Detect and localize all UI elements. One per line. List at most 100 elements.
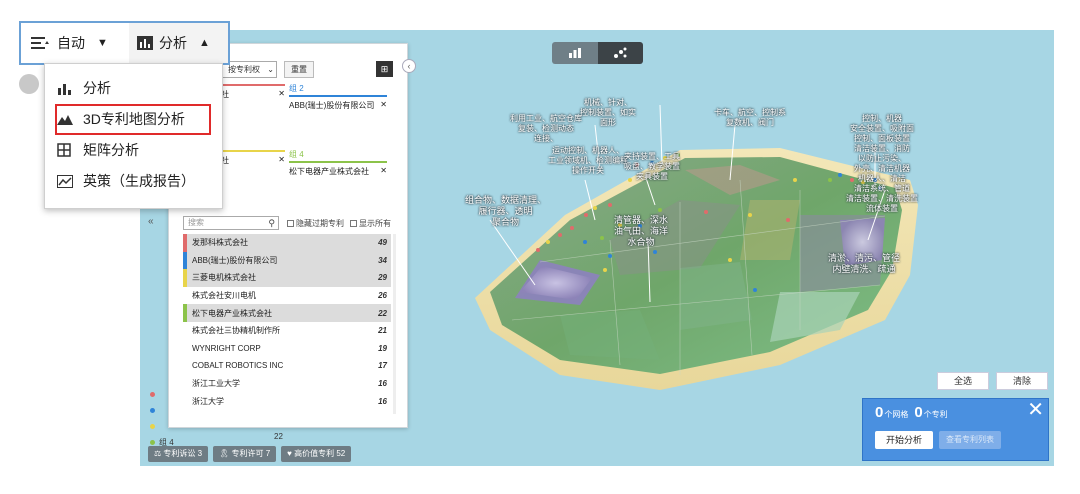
- reset-button[interactable]: 重置: [284, 61, 314, 78]
- remove-icon[interactable]: ✕: [380, 100, 387, 111]
- company-name: 松下电器产业株式会社: [192, 308, 272, 318]
- view-toggle[interactable]: [552, 42, 643, 64]
- view-patent-list-button[interactable]: 查看专利列表: [939, 431, 1001, 449]
- menu-item-analyze[interactable]: 分析: [57, 75, 111, 101]
- search-icon: ⚲: [268, 218, 275, 228]
- group-value: 松下电器产业株式会社: [289, 167, 369, 176]
- license-chip[interactable]: 🎗 专利许可 7: [213, 446, 277, 462]
- chevron-down-icon: ⌄: [267, 65, 274, 74]
- company-name: 株式会社安川电机: [192, 291, 256, 301]
- map-label[interactable]: 夹持装置、工具 吸盘、教学装置 夹具装置: [624, 152, 680, 182]
- map-label[interactable]: 利用工业、航空仓库 复装、检测动态 连接、: [510, 114, 582, 144]
- group-stripe: [183, 322, 187, 340]
- company-row[interactable]: 浙江大学 16: [183, 392, 391, 410]
- menu-item-matrix[interactable]: 矩阵分析: [57, 137, 139, 163]
- remove-icon[interactable]: ✕: [278, 89, 285, 100]
- checkbox-box: [350, 219, 357, 227]
- company-name: 株式会社三协精机制作所: [192, 326, 280, 336]
- scatter-view-button[interactable]: [597, 42, 643, 64]
- search-input[interactable]: 搜索 ⚲: [183, 216, 279, 230]
- stats-chips: ⚖ 专利诉讼 3 🎗 专利许可 7 ♥ 高价值专利 52: [148, 446, 352, 462]
- group-stripe: [183, 234, 187, 252]
- company-row[interactable]: 三菱电机株式会社 29: [183, 269, 391, 287]
- search-placeholder: 搜索: [188, 218, 204, 227]
- hide-expired-checkbox[interactable]: 隐藏过期专利: [287, 218, 344, 229]
- company-list: 发那科株式会社 49 ABB(瑞士)股份有限公司 34 三菱电机株式会社 29 株式会社安川…: [183, 234, 391, 410]
- sort-list-icon: [31, 37, 49, 49]
- chip-label: 专利诉讼 3: [163, 449, 203, 458]
- analyze-dropdown[interactable]: 分析 ▲: [129, 23, 228, 63]
- ribbon-icon: 🎗: [219, 449, 232, 458]
- group-color-bar: [289, 95, 387, 97]
- bar-chart-icon: [137, 36, 153, 50]
- select-value: 按专利权: [228, 65, 260, 74]
- line-chart-icon: [57, 174, 73, 188]
- company-name: 三菱电机株式会社: [192, 273, 256, 283]
- partial-avatar: [19, 74, 39, 94]
- group-card: 社 ✕: [221, 83, 285, 100]
- patent-count: 29: [378, 273, 387, 283]
- patent-count: 17: [378, 361, 387, 371]
- group-stripe: [183, 340, 187, 358]
- map-label[interactable]: 清管器、深水 油气田、海洋 水合物: [614, 216, 668, 249]
- company-name: 浙江大学: [192, 396, 224, 406]
- chip-label: 高价值专利 52: [294, 449, 346, 458]
- analysis-counts: 0个网格 0个专利: [875, 404, 948, 422]
- remove-icon[interactable]: ✕: [278, 155, 285, 166]
- company-row[interactable]: 浙江工业大学 16: [183, 375, 391, 393]
- search-row: 搜索 ⚲ 隐藏过期专利 显示所有: [183, 216, 405, 230]
- group-label: 组 4: [289, 150, 304, 159]
- close-icon[interactable]: ✕: [1027, 399, 1044, 421]
- patent-count: 21: [378, 326, 387, 336]
- map-label[interactable]: 控制、机器 安全装置、吸附面 控制、面板装置 清洁装置、消防 以防止污染、 外壳…: [846, 114, 918, 214]
- clear-button[interactable]: 清除: [996, 372, 1048, 390]
- lawsuit-chip[interactable]: ⚖ 专利诉讼 3: [148, 446, 209, 462]
- company-row[interactable]: 株式会社三协精机制作所 21: [183, 322, 391, 340]
- highlight-box: [55, 104, 211, 135]
- company-row[interactable]: 松下电器产业株式会社 22: [183, 304, 391, 322]
- group-stripe: [183, 269, 187, 287]
- legend-count: 22: [274, 432, 283, 441]
- map-label[interactable]: 机械、针对、 控制装置、如实 面形: [580, 98, 636, 128]
- auto-dropdown[interactable]: 自动 ▼: [21, 23, 129, 63]
- map-label[interactable]: 清淤、清污、管径 内壁清洗、疏通: [828, 254, 900, 276]
- group-color-bar: [289, 161, 387, 163]
- menu-item-label: 分析: [83, 80, 111, 96]
- legend-dot: [150, 391, 155, 397]
- high-value-chip[interactable]: ♥ 高价值专利 52: [281, 446, 352, 462]
- legend-dot: [150, 423, 155, 429]
- show-all-checkbox[interactable]: 显示所有: [350, 218, 391, 229]
- checkbox-label: 显示所有: [359, 218, 391, 228]
- company-name: 发那科株式会社: [192, 238, 248, 248]
- map-label[interactable]: 运动控制、机器人、 工业领域机、检测编程 操作开关: [548, 146, 628, 176]
- map-label[interactable]: 卡车、航空、控制系 复数机、阀门: [714, 108, 786, 128]
- group-card: 组 2 ABB(瑞士)股份有限公司 ✕: [289, 83, 387, 111]
- chip-label: 专利许可 7: [231, 449, 271, 458]
- patent-unit: 个专利: [923, 410, 948, 419]
- company-name: COBALT ROBOTICS INC: [192, 361, 284, 371]
- group-card: 组 4 松下电器产业株式会社 ✕: [289, 149, 387, 177]
- company-name: 浙江工业大学: [192, 379, 240, 389]
- group-stripe: [183, 392, 187, 410]
- company-row[interactable]: 发那科株式会社 49: [183, 234, 391, 252]
- group-stripe: [183, 304, 187, 322]
- patent-count: 16: [378, 396, 387, 406]
- company-row[interactable]: WYNRIGHT CORP 19: [183, 340, 391, 358]
- company-row[interactable]: 株式会社安川电机 26: [183, 287, 391, 305]
- collapse-panel-button[interactable]: ‹: [402, 59, 416, 73]
- list-scrollbar[interactable]: [393, 234, 396, 414]
- expand-arrow-icon[interactable]: «: [148, 216, 154, 227]
- bar-view-button[interactable]: [552, 42, 598, 64]
- map-label[interactable]: 组合物、数据清理、 履行器、透明 聚合物: [465, 196, 546, 229]
- company-row[interactable]: COBALT ROBOTICS INC 17: [183, 357, 391, 375]
- grid-icon: [57, 143, 71, 157]
- select-all-button[interactable]: 全选: [937, 372, 989, 390]
- legend-dot: [150, 407, 155, 413]
- grid-settings-icon[interactable]: ⊞: [376, 61, 393, 77]
- start-analysis-button[interactable]: 开始分析: [875, 431, 933, 449]
- bar-chart-icon: [568, 48, 581, 58]
- scatter-icon: [614, 47, 627, 58]
- company-row[interactable]: ABB(瑞士)股份有限公司 34: [183, 251, 391, 270]
- remove-icon[interactable]: ✕: [380, 166, 387, 177]
- menu-item-report[interactable]: 英策（生成报告）: [57, 168, 195, 194]
